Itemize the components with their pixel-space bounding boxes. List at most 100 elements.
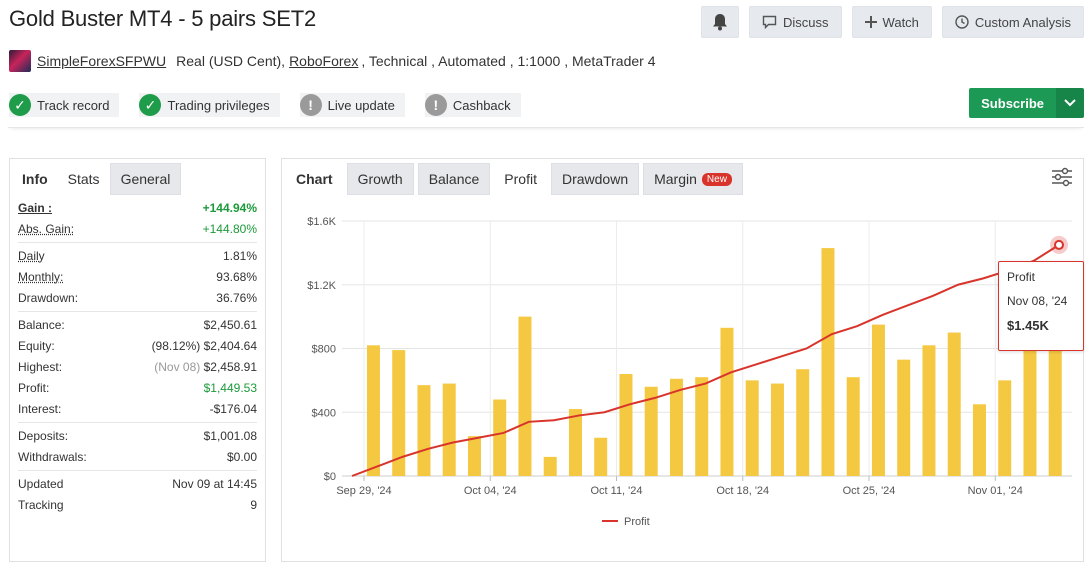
chart-bar[interactable] <box>695 377 709 476</box>
tab-margin[interactable]: Margin New <box>643 163 743 195</box>
x-tick-label: Oct 04, '24 <box>464 485 517 497</box>
chart-bar[interactable] <box>1023 348 1037 477</box>
user-link[interactable]: SimpleForexSFPWU <box>37 53 166 69</box>
chart-bar[interactable] <box>770 383 784 476</box>
stat-value: $1,449.53 <box>203 380 257 395</box>
tooltip-value: $1.45K <box>1007 318 1049 333</box>
stat-interest: Interest: -$176.04 <box>18 398 257 419</box>
avatar[interactable] <box>9 50 31 72</box>
chart-bar[interactable] <box>518 316 532 476</box>
chart-tooltip: Profit Nov 08, '24 $1.45K <box>998 261 1084 351</box>
stat-value: $2,450.61 <box>203 317 257 332</box>
chart-bar[interactable] <box>821 248 835 476</box>
notify-button[interactable] <box>701 6 740 38</box>
clock-icon <box>955 15 969 29</box>
tab-stats[interactable]: Stats <box>57 163 110 195</box>
badge-track-record[interactable]: ✓ Track record <box>9 93 120 117</box>
y-tick-label: $400 <box>312 407 336 419</box>
tab-drawdown[interactable]: Drawdown <box>550 163 640 195</box>
stat-label[interactable]: Abs. Gain: <box>18 222 74 236</box>
subscribe-dropdown[interactable] <box>1056 88 1084 118</box>
stat-label: Profit: <box>18 380 50 395</box>
tab-chart[interactable]: Chart <box>287 163 343 195</box>
stat-label[interactable]: Daily <box>18 249 45 263</box>
chart-bar[interactable] <box>947 332 961 476</box>
stat-label[interactable]: Monthly: <box>18 270 63 284</box>
tab-info[interactable]: Info <box>12 163 58 195</box>
stat-label: Drawdown: <box>18 290 79 305</box>
chart-bar[interactable] <box>417 385 431 476</box>
tab-general[interactable]: General <box>109 163 182 195</box>
chart-bar[interactable] <box>796 369 810 476</box>
x-tick-label: Oct 25, '24 <box>843 485 896 497</box>
stat-label[interactable]: Gain : <box>18 201 52 215</box>
y-tick-label: $0 <box>324 471 336 483</box>
stat-value: +144.94% <box>202 200 257 215</box>
chart-panel: Chart Growth Balance Profit Drawdown Mar… <box>281 158 1084 562</box>
stat-value: 1.81% <box>222 248 257 263</box>
chart-bar[interactable] <box>568 409 582 476</box>
stat-label: Balance: <box>18 317 65 332</box>
y-tick-label: $1.6K <box>307 216 336 228</box>
tab-balance[interactable]: Balance <box>417 163 491 195</box>
chart-bar[interactable] <box>846 377 860 476</box>
custom-analysis-button[interactable]: Custom Analysis <box>941 6 1084 38</box>
y-tick-label: $1.2K <box>307 280 336 292</box>
chart-bar[interactable] <box>493 399 507 477</box>
chart-bar[interactable] <box>442 383 456 476</box>
chart-bar[interactable] <box>1048 332 1062 476</box>
chart-bar[interactable] <box>972 404 986 476</box>
stat-value: $0.00 <box>226 449 257 464</box>
chart-bar[interactable] <box>998 380 1012 476</box>
stat-abs-gain: Abs. Gain: +144.80% <box>18 218 257 239</box>
stat-value: $2,458.91 <box>203 359 257 374</box>
chart-bar[interactable] <box>745 380 759 476</box>
stat-tracking: Tracking 9 <box>18 494 257 515</box>
chart-bar[interactable] <box>619 374 633 476</box>
x-tick-label: Sep 29, '24 <box>336 485 391 497</box>
stat-value: 93.68% <box>216 269 257 284</box>
tab-growth[interactable]: Growth <box>346 163 414 195</box>
tab-profit[interactable]: Profit <box>494 163 547 195</box>
y-tick-label: $800 <box>312 344 336 356</box>
chart-bar[interactable] <box>897 359 911 476</box>
stat-label: Tracking <box>18 497 64 512</box>
chart-bar[interactable] <box>366 345 380 476</box>
broker-link[interactable]: RoboForex <box>289 53 358 69</box>
legend-label[interactable]: Profit <box>624 516 650 528</box>
profit-chart[interactable]: $0 $400 $800 $1.2K $1.6K Sep 29, '24 Oct 04, '… <box>282 199 1083 559</box>
chart-bar[interactable] <box>720 327 734 476</box>
chart-bar[interactable] <box>922 345 936 476</box>
badge-trading-privileges[interactable]: ✓ Trading privileges <box>139 93 280 117</box>
stats-panel: Info Stats General Gain : +144.94% Abs. G… <box>9 158 266 562</box>
stat-gain: Gain : +144.94% <box>18 197 257 218</box>
discuss-button[interactable]: Discuss <box>749 6 842 38</box>
account-info: SimpleForexSFPWU Real (USD Cent), RoboFo… <box>9 50 656 72</box>
stat-value: $1,001.08 <box>203 428 257 443</box>
watch-button[interactable]: Watch <box>851 6 932 38</box>
exclamation-icon: ! <box>424 94 447 116</box>
badge-cashback[interactable]: ! Cashback <box>424 93 521 117</box>
exclamation-icon: ! <box>299 94 322 116</box>
highest-date: (Nov 08) <box>154 359 201 374</box>
badge-label: Track record <box>37 97 110 113</box>
stat-label: Highest: <box>18 359 63 374</box>
stat-monthly: Monthly: 93.68% <box>18 266 257 287</box>
highlight-point[interactable] <box>1054 239 1064 250</box>
x-tick-label: Oct 11, '24 <box>590 485 642 497</box>
stat-updated: Updated Nov 09 at 14:45 <box>18 473 257 494</box>
chart-bar[interactable] <box>871 324 885 476</box>
chart-bar[interactable] <box>594 437 608 476</box>
stat-profit: Profit: $1,449.53 <box>18 377 257 398</box>
chart-bar[interactable] <box>543 456 557 476</box>
chart-bar[interactable] <box>467 436 481 476</box>
tooltip-series: Profit <box>1007 270 1036 284</box>
stat-label: Equity: <box>18 338 55 353</box>
check-icon: ✓ <box>139 94 162 116</box>
badge-live-update[interactable]: ! Live update <box>299 93 405 117</box>
equity-percent: (98.12%) <box>151 338 201 353</box>
subscribe-button[interactable]: Subscribe <box>969 88 1056 118</box>
stat-value: -$176.04 <box>209 401 257 416</box>
comment-icon <box>762 15 777 29</box>
settings-sliders-icon[interactable] <box>1051 167 1073 187</box>
